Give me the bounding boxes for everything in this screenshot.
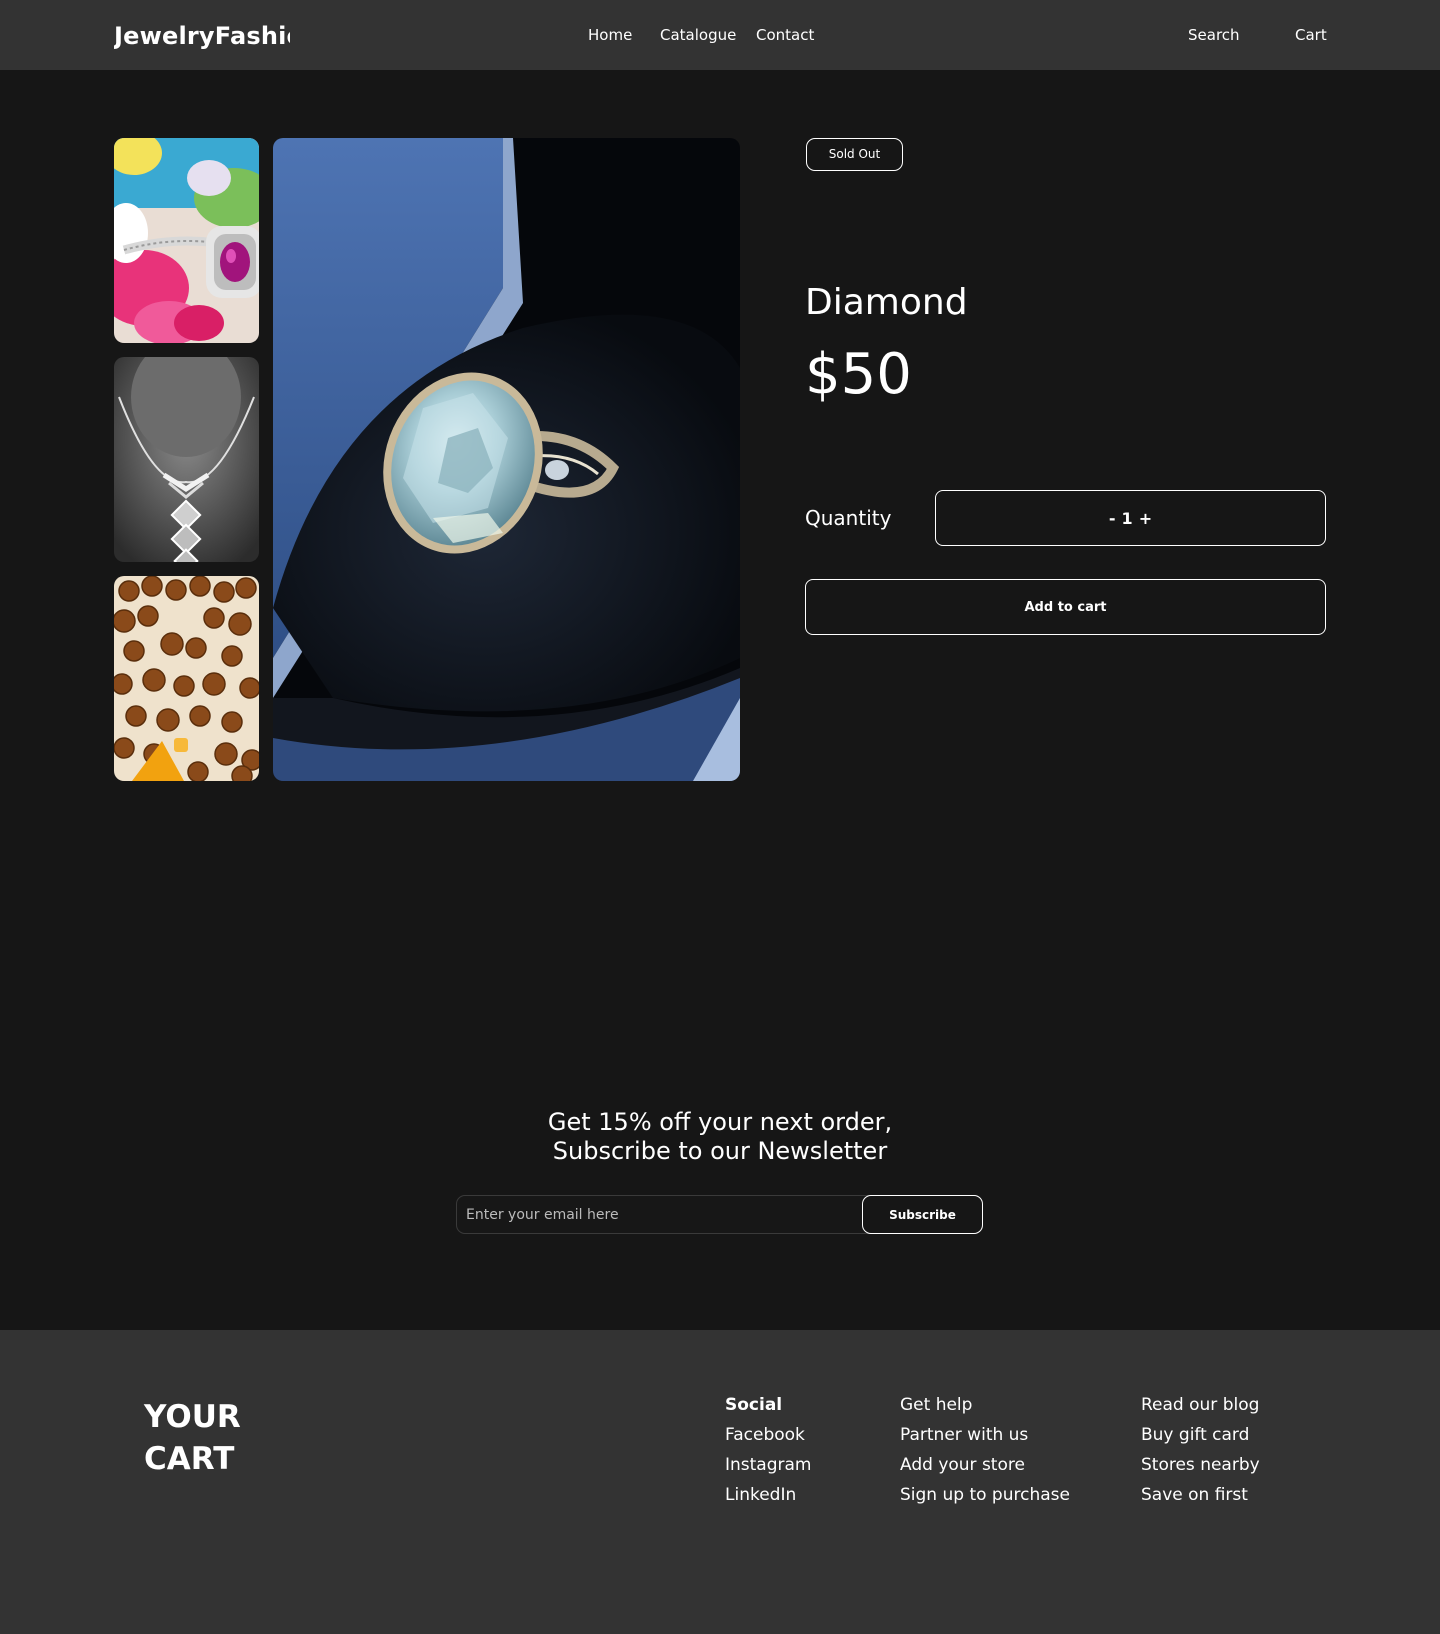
quantity-decrease-button[interactable]: - <box>1109 509 1116 528</box>
product-price: $50 <box>805 342 912 407</box>
main-product-image <box>273 138 740 781</box>
thumbnail-ruby-ring[interactable] <box>114 138 259 343</box>
footer-link-linkedin[interactable]: LinkedIn <box>725 1480 812 1510</box>
footer-column-social: Social Facebook Instagram LinkedIn <box>725 1390 812 1510</box>
aquamarine-ring-image <box>273 138 740 781</box>
footer-brand-line-1: YOUR <box>144 1399 241 1435</box>
newsletter-line-2: Subscribe to our Newsletter <box>552 1137 888 1165</box>
footer-link-get-help[interactable]: Get help <box>900 1390 1070 1420</box>
footer-link-gift-card[interactable]: Buy gift card <box>1141 1420 1260 1450</box>
footer-brand-line-2: CART <box>144 1441 235 1477</box>
add-to-cart-button[interactable]: Add to cart <box>805 579 1326 635</box>
footer-heading-social: Social <box>725 1395 783 1415</box>
nav-home[interactable]: Home <box>588 25 632 45</box>
site-logo[interactable]: JewelryFashion <box>114 20 290 52</box>
thumbnail-beads[interactable] <box>114 576 259 781</box>
footer-brand: YOUR CART <box>144 1396 241 1480</box>
quantity-value: 1 <box>1121 508 1133 528</box>
thumbnail-necklace[interactable] <box>114 357 259 562</box>
ruby-ring-image <box>114 138 259 343</box>
nav-catalogue[interactable]: Catalogue <box>660 25 736 45</box>
email-input[interactable] <box>458 1197 858 1232</box>
footer-column-more: Read our blog Buy gift card Stores nearb… <box>1141 1390 1260 1510</box>
footer-link-save-first[interactable]: Save on first <box>1141 1480 1260 1510</box>
footer-link-stores-nearby[interactable]: Stores nearby <box>1141 1450 1260 1480</box>
site-header: JewelryFashion Home Catalogue Contact Se… <box>0 0 1440 70</box>
site-footer: YOUR CART Social Facebook Instagram Link… <box>0 1330 1440 1634</box>
footer-link-blog[interactable]: Read our blog <box>1141 1390 1260 1420</box>
footer-link-partner[interactable]: Partner with us <box>900 1420 1070 1450</box>
newsletter-heading: Get 15% off your next order, Subscribe t… <box>0 1108 1440 1166</box>
footer-link-facebook[interactable]: Facebook <box>725 1420 812 1450</box>
nav-contact[interactable]: Contact <box>756 25 814 45</box>
footer-link-add-store[interactable]: Add your store <box>900 1450 1070 1480</box>
newsletter-line-1: Get 15% off your next order, <box>547 1108 893 1136</box>
subscribe-button[interactable]: Subscribe <box>862 1195 983 1234</box>
rudraksha-beads-image <box>114 576 259 781</box>
necklace-image <box>114 357 259 562</box>
nav-cart[interactable]: Cart <box>1295 25 1327 45</box>
footer-link-instagram[interactable]: Instagram <box>725 1450 812 1480</box>
quantity-label: Quantity <box>805 506 892 530</box>
quantity-increase-button[interactable]: + <box>1139 509 1152 528</box>
footer-link-sign-up[interactable]: Sign up to purchase <box>900 1480 1070 1510</box>
footer-column-help: Get help Partner with us Add your store … <box>900 1390 1070 1510</box>
product-title: Diamond <box>805 282 968 323</box>
quantity-stepper: - 1 + <box>935 490 1326 546</box>
nav-search[interactable]: Search <box>1188 25 1240 45</box>
sold-out-badge: Sold Out <box>806 138 903 171</box>
